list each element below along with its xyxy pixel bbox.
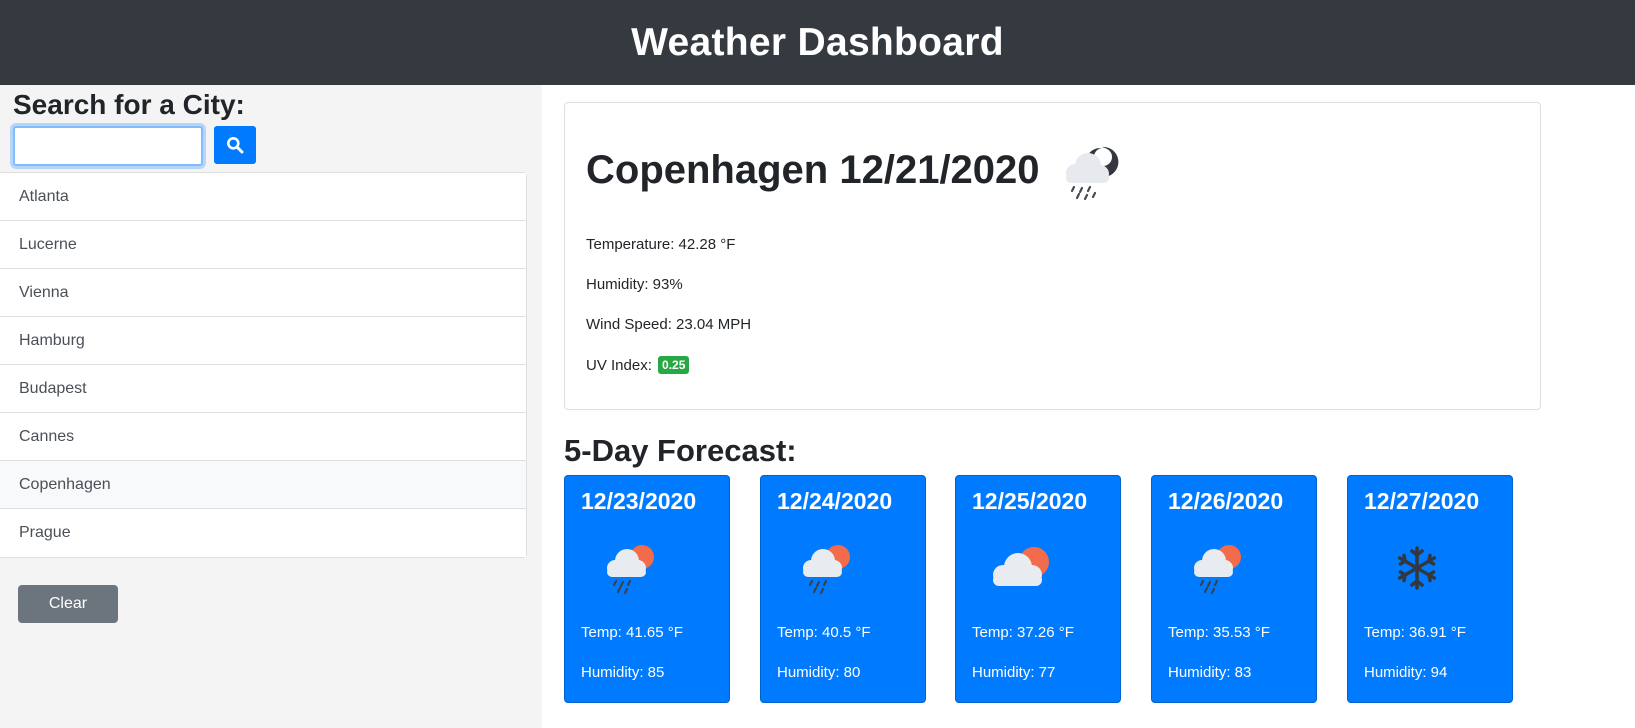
city-search-input[interactable] [13, 126, 203, 166]
search-button[interactable] [214, 126, 256, 164]
forecast-temp: Temp: 35.53 °F [1168, 624, 1270, 641]
rain-sun-icon [797, 540, 857, 601]
cloud-sun-icon [986, 540, 1056, 601]
forecast-humidity: Humidity: 83 [1168, 664, 1252, 681]
forecast-humidity: Humidity: 77 [972, 664, 1056, 681]
sidebar: Search for a City: Atlanta Lucerne Vienn… [0, 85, 542, 728]
city-item-atlanta[interactable]: Atlanta [0, 173, 526, 221]
forecast-card: 12/24/2020 Temp: 40.5 °F Humidity: 80 [760, 475, 926, 703]
forecast-temp: Temp: 36.91 °F [1364, 624, 1466, 641]
forecast-date: 12/24/2020 [777, 488, 893, 514]
current-city-title: Copenhagen 12/21/2020 [586, 148, 1040, 192]
forecast-title: 5-Day Forecast: [564, 433, 797, 468]
forecast-humidity: Humidity: 85 [581, 664, 665, 681]
uv-index-badge: 0.25 [658, 356, 690, 374]
current-wind-speed: Wind Speed: 23.04 MPH [586, 316, 752, 333]
city-item-hamburg[interactable]: Hamburg [0, 317, 526, 365]
uv-index-label: UV Index: [586, 357, 652, 374]
city-item-lucerne[interactable]: Lucerne [0, 221, 526, 269]
current-humidity: Humidity: 93% [586, 276, 683, 293]
forecast-card: 12/26/2020 Temp: 35.53 °F Humidity: 83 [1151, 475, 1317, 703]
city-item-vienna[interactable]: Vienna [0, 269, 526, 317]
search-icon [227, 137, 244, 154]
current-uv-index: UV Index: 0.25 [586, 356, 690, 374]
forecast-date: 12/26/2020 [1168, 488, 1284, 514]
clear-button[interactable]: Clear [18, 585, 118, 623]
forecast-card: 12/25/2020 Temp: 37.26 °F Humidity: 77 [955, 475, 1121, 703]
rain-sun-icon [1188, 540, 1248, 601]
forecast-temp: Temp: 40.5 °F [777, 624, 871, 641]
current-weather-card: Copenhagen 12/21/2020 Temperature: 42.28… [564, 102, 1541, 410]
search-title: Search for a City: [13, 89, 245, 120]
city-item-copenhagen[interactable]: Copenhagen [0, 461, 526, 509]
forecast-temp: Temp: 37.26 °F [972, 624, 1074, 641]
forecast-date: 12/27/2020 [1364, 488, 1480, 514]
forecast-humidity: Humidity: 94 [1364, 664, 1448, 681]
city-item-prague[interactable]: Prague [0, 509, 526, 557]
night-rain-icon [1058, 143, 1128, 210]
city-item-cannes[interactable]: Cannes [0, 413, 526, 461]
rain-sun-icon [601, 540, 661, 601]
forecast-card: 12/27/2020 Temp: 36.91 °F Humidity: 94 [1347, 475, 1513, 703]
forecast-date: 12/25/2020 [972, 488, 1088, 514]
city-item-budapest[interactable]: Budapest [0, 365, 526, 413]
forecast-date: 12/23/2020 [581, 488, 697, 514]
forecast-temp: Temp: 41.65 °F [581, 624, 683, 641]
main-content: Search for a City: Atlanta Lucerne Vienn… [0, 85, 1635, 728]
app-header: Weather Dashboard [0, 0, 1635, 85]
current-temperature: Temperature: 42.28 °F [586, 236, 736, 253]
forecast-humidity: Humidity: 80 [777, 664, 861, 681]
page-title: Weather Dashboard [631, 20, 1004, 64]
snowflake-icon [1392, 540, 1442, 601]
city-history-list: Atlanta Lucerne Vienna Hamburg Budapest … [0, 172, 527, 558]
forecast-card: 12/23/2020 Temp: 41.65 °F Humidity: 85 [564, 475, 730, 703]
